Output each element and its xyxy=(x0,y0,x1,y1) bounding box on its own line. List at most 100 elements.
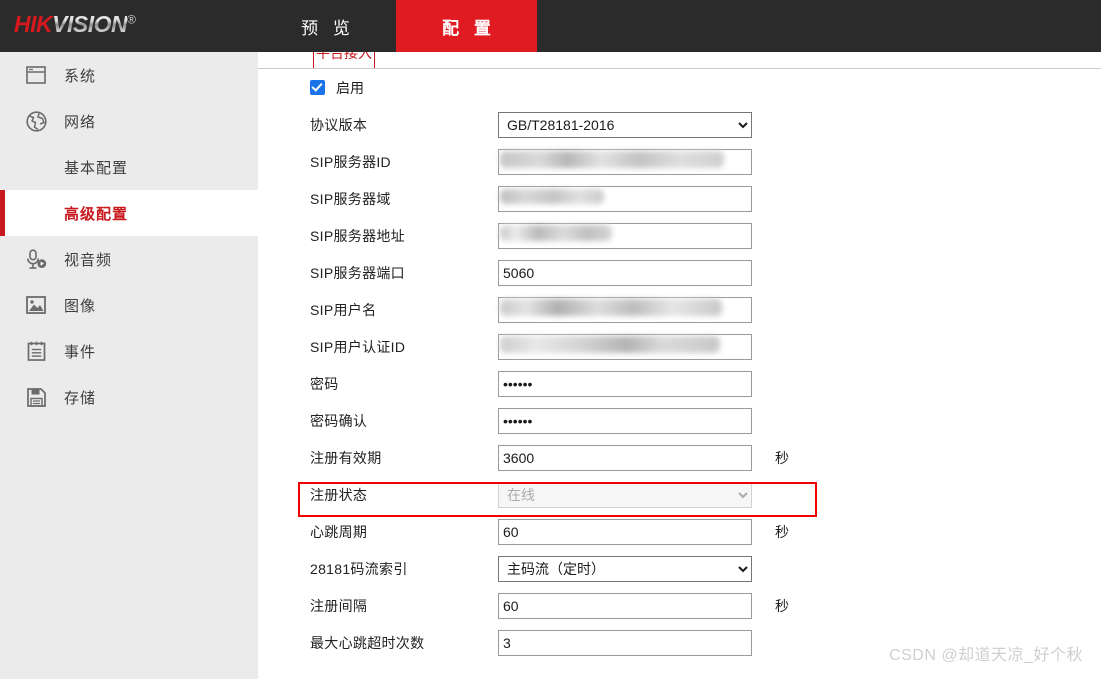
unit-label: 秒 xyxy=(775,597,789,614)
form-row-sip-username: SIP用户名 xyxy=(258,291,1101,328)
field-label: 密码确认 xyxy=(310,412,368,429)
register-validity-input[interactable] xyxy=(498,444,752,471)
register-status-select-wrap: 在线 xyxy=(498,481,752,508)
main-tabs: 预 览 配 置 xyxy=(255,0,537,52)
csdn-watermark: CSDN @却道天凉_好个秋 xyxy=(889,647,1083,664)
sidebar-item-image[interactable]: 图像 xyxy=(0,282,258,328)
sip-auth-id-input[interactable] xyxy=(498,333,752,360)
form-row-sip-server-domain: SIP服务器域 xyxy=(258,180,1101,217)
field-label: 注册间隔 xyxy=(310,597,368,614)
form-row-register-interval: 注册间隔 秒 xyxy=(258,587,1101,624)
form-row-protocol-version: 协议版本 GB/T28181-2016 xyxy=(258,106,1101,143)
sidebar-item-label: 视音频 xyxy=(64,251,113,269)
form-row-heartbeat-interval: 心跳周期 秒 xyxy=(258,513,1101,550)
registered-trademark-icon: ® xyxy=(127,12,136,27)
stream-index-select-wrap: 主码流（定时） xyxy=(498,555,752,582)
unit-label: 秒 xyxy=(775,523,789,540)
sidebar-subitem-label: 高级配置 xyxy=(64,205,129,223)
password-input[interactable] xyxy=(498,370,752,397)
microphone-icon xyxy=(25,248,47,270)
form-row-password-confirm: 密码确认 xyxy=(258,402,1101,439)
sip-server-id-wrap xyxy=(498,148,752,175)
protocol-version-select-wrap: GB/T28181-2016 xyxy=(498,111,752,138)
sidebar-item-network[interactable]: 网络 xyxy=(0,98,258,144)
form-row-sip-server-address: SIP服务器地址 xyxy=(258,217,1101,254)
unit-label: 秒 xyxy=(775,449,789,466)
stream-index-select[interactable]: 主码流（定时） xyxy=(498,555,752,582)
max-heartbeat-timeout-input[interactable] xyxy=(498,629,752,656)
field-label: 注册有效期 xyxy=(310,449,382,466)
globe-icon xyxy=(25,110,47,132)
sidebar-item-label: 图像 xyxy=(64,297,97,315)
clipboard-icon xyxy=(25,340,47,362)
app-header: HIKVISION® 预 览 配 置 xyxy=(0,0,1101,52)
logo-vision-text: VISION xyxy=(52,11,128,37)
sip-server-address-wrap xyxy=(498,222,752,249)
field-label: SIP用户名 xyxy=(310,301,377,318)
max-heartbeat-timeout-wrap xyxy=(498,629,752,656)
floppy-disk-icon xyxy=(25,386,47,408)
platform-access-form: 启用 协议版本 GB/T28181-2016 SIP服务器ID SIP服务器域 xyxy=(258,69,1101,661)
sidebar-item-label: 网络 xyxy=(64,113,97,131)
password-wrap xyxy=(498,370,752,397)
heartbeat-interval-input[interactable] xyxy=(498,518,752,545)
field-label: 最大心跳超时次数 xyxy=(310,634,425,651)
field-label: SIP用户认证ID xyxy=(310,338,406,355)
register-interval-wrap xyxy=(498,592,752,619)
sip-auth-id-wrap xyxy=(498,333,752,360)
enable-checkbox[interactable] xyxy=(310,80,325,95)
hikvision-logo: HIKVISION® xyxy=(14,11,136,38)
field-label: 心跳周期 xyxy=(310,523,368,540)
content-panel: 平台接入 启用 协议版本 GB/T28181-2016 SIP服务器ID SIP… xyxy=(258,52,1101,679)
sip-server-port-input[interactable] xyxy=(498,259,752,286)
register-validity-wrap xyxy=(498,444,752,471)
logo-hik-text: HIK xyxy=(14,11,53,37)
form-row-stream-index: 28181码流索引 主码流（定时） xyxy=(258,550,1101,587)
subtab-platform-access[interactable]: 平台接入 xyxy=(313,52,375,68)
form-row-register-validity: 注册有效期 秒 xyxy=(258,439,1101,476)
sidebar-nav: 系统 网络 基本配置 高级配置 视音频 图像 事件 存储 xyxy=(0,52,258,679)
sip-server-domain-input[interactable] xyxy=(498,185,752,212)
sidebar-item-event[interactable]: 事件 xyxy=(0,328,258,374)
form-row-sip-server-id: SIP服务器ID xyxy=(258,143,1101,180)
protocol-version-select[interactable]: GB/T28181-2016 xyxy=(498,111,752,138)
form-row-sip-auth-id: SIP用户认证ID xyxy=(258,328,1101,365)
heartbeat-interval-wrap xyxy=(498,518,752,545)
field-label: 注册状态 xyxy=(310,486,368,503)
enable-row: 启用 xyxy=(258,69,1101,106)
field-label: SIP服务器ID xyxy=(310,153,391,170)
image-icon xyxy=(25,294,47,316)
tab-preview[interactable]: 预 览 xyxy=(255,0,396,52)
sidebar-item-label: 系统 xyxy=(64,67,97,85)
form-row-sip-server-port: SIP服务器端口 xyxy=(258,254,1101,291)
form-row-password: 密码 xyxy=(258,365,1101,402)
sidebar-subitem-label: 基本配置 xyxy=(64,159,129,177)
field-label: SIP服务器地址 xyxy=(310,227,405,244)
field-label: 密码 xyxy=(310,375,339,392)
window-icon xyxy=(25,64,47,86)
form-row-register-status: 注册状态 在线 xyxy=(258,476,1101,513)
field-label: 28181码流索引 xyxy=(310,560,408,577)
sidebar-item-storage[interactable]: 存储 xyxy=(0,374,258,420)
register-interval-input[interactable] xyxy=(498,592,752,619)
sub-tab-strip: 平台接入 xyxy=(258,52,1101,69)
password-confirm-input[interactable] xyxy=(498,407,752,434)
field-label: SIP服务器端口 xyxy=(310,264,405,281)
sidebar-item-audio-video[interactable]: 视音频 xyxy=(0,236,258,282)
sidebar-item-label: 事件 xyxy=(64,343,97,361)
field-label: SIP服务器域 xyxy=(310,190,391,207)
sip-username-input[interactable] xyxy=(498,296,752,323)
sip-server-id-input[interactable] xyxy=(498,148,752,175)
sip-server-domain-wrap xyxy=(498,185,752,212)
register-status-select[interactable]: 在线 xyxy=(498,481,752,508)
sip-server-address-input[interactable] xyxy=(498,222,752,249)
password-confirm-wrap xyxy=(498,407,752,434)
sidebar-item-advanced-config[interactable]: 高级配置 xyxy=(0,190,258,236)
sidebar-item-label: 存储 xyxy=(64,389,97,407)
enable-label: 启用 xyxy=(336,79,364,96)
sidebar-item-system[interactable]: 系统 xyxy=(0,52,258,98)
field-label: 协议版本 xyxy=(310,116,368,133)
tab-configuration[interactable]: 配 置 xyxy=(396,0,537,52)
sidebar-item-basic-config[interactable]: 基本配置 xyxy=(0,144,258,190)
sip-server-port-wrap xyxy=(498,259,752,286)
